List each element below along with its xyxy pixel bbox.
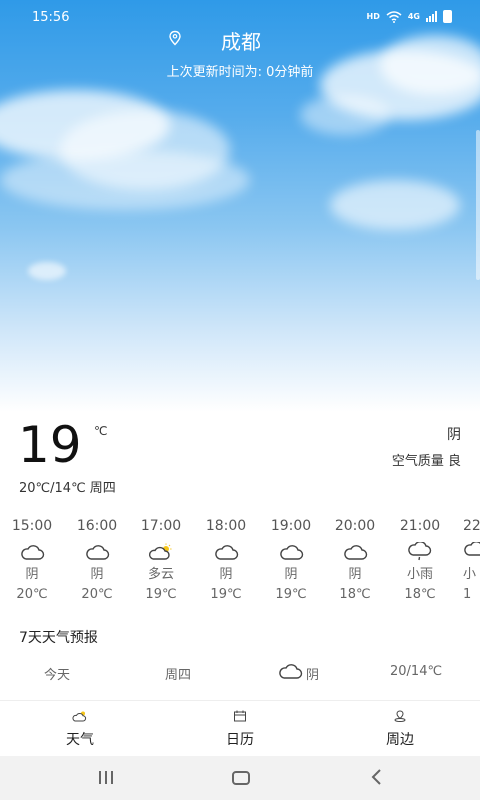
hour-item: 20:00 阴 18℃ xyxy=(323,516,387,605)
hour-item: 15:00 阴 20℃ xyxy=(0,516,64,605)
cloudy-icon xyxy=(279,664,303,679)
cloudy-icon xyxy=(280,545,304,560)
signal-icon xyxy=(426,11,437,22)
nav-label: 周边 xyxy=(386,732,414,748)
bottom-nav: 天气 日历 周边 xyxy=(0,700,480,756)
hour-temperature: 19℃ xyxy=(210,587,242,602)
nearby-icon xyxy=(394,710,406,722)
cloud-decoration xyxy=(0,150,250,210)
hour-time: 15:00 xyxy=(11,518,53,534)
hour-temperature: 1 xyxy=(463,587,472,602)
hour-condition: 阴 xyxy=(348,567,362,582)
cloudy-icon xyxy=(215,545,239,560)
hour-time: 21:00 xyxy=(399,518,441,534)
hour-time: 18:00 xyxy=(205,518,247,534)
nav-item-calendar[interactable]: 日历 xyxy=(180,709,300,749)
hour-time: 16:00 xyxy=(76,518,118,534)
light-rain-icon xyxy=(464,542,480,556)
hour-condition: 小 xyxy=(463,567,477,582)
weather-hero: 15:56 HD 4G 成都 上次更新时间为: 0分钟前 xyxy=(0,0,480,412)
scroll-indicator xyxy=(476,130,480,280)
forecast-temperature: 20/14℃ xyxy=(390,664,443,679)
hour-item: 19:00 阴 19℃ xyxy=(259,516,323,605)
nav-item-weather[interactable]: 天气 xyxy=(20,709,140,749)
hour-temperature: 20℃ xyxy=(16,587,48,602)
cloudy-icon xyxy=(86,545,110,560)
hour-item: 22 小 1 xyxy=(452,516,480,605)
temperature-unit: ℃ xyxy=(94,424,108,438)
system-nav-bar xyxy=(0,756,480,800)
hour-temperature: 18℃ xyxy=(404,587,436,602)
forecast-condition: 阴 xyxy=(306,668,320,683)
wifi-icon xyxy=(386,10,402,23)
hourly-forecast[interactable]: 15:00 阴 20℃ 16:00 阴 20℃ 17:00 多云 19℃ 18:… xyxy=(0,516,480,606)
cloud-decoration xyxy=(330,180,460,230)
hour-condition: 多云 xyxy=(147,567,174,582)
forecast-weekday: 周四 xyxy=(165,668,192,683)
last-updated: 上次更新时间为: 0分钟前 xyxy=(166,65,314,80)
hour-item: 16:00 阴 20℃ xyxy=(65,516,129,605)
weather-icon xyxy=(72,711,87,722)
battery-icon xyxy=(443,10,452,23)
hour-time: 17:00 xyxy=(140,518,182,534)
current-condition: 阴 xyxy=(447,427,461,443)
hour-time: 20:00 xyxy=(334,518,376,534)
cloudy-icon xyxy=(21,545,45,560)
nav-label: 日历 xyxy=(226,732,254,748)
calendar-icon xyxy=(234,710,246,722)
back-icon[interactable] xyxy=(368,768,386,786)
air-quality: 空气质量 良 xyxy=(391,454,461,469)
hour-item: 21:00 小雨 18℃ xyxy=(388,516,452,605)
hour-condition: 小雨 xyxy=(406,567,433,582)
hour-item: 17:00 多云 19℃ xyxy=(129,516,193,605)
forecast-day: 今天 xyxy=(44,668,71,683)
status-icons: HD 4G xyxy=(367,10,452,23)
hd-badge: HD xyxy=(366,12,380,21)
hour-condition: 阴 xyxy=(219,567,233,582)
current-temperature: 19 xyxy=(18,416,82,474)
hour-condition: 阴 xyxy=(284,567,298,582)
partly-cloudy-icon xyxy=(148,543,172,560)
today-range: 20℃/14℃ 周四 xyxy=(19,481,116,496)
status-time: 15:56 xyxy=(32,10,70,25)
network-type: 4G xyxy=(407,12,420,21)
cloud-decoration xyxy=(28,262,66,280)
nav-label: 天气 xyxy=(66,732,94,748)
hour-condition: 阴 xyxy=(90,567,104,582)
cloud-decoration xyxy=(300,95,390,135)
cloudy-icon xyxy=(344,545,368,560)
hour-temperature: 19℃ xyxy=(145,587,177,602)
home-icon[interactable] xyxy=(232,771,250,785)
hour-time: 22 xyxy=(463,518,480,534)
hour-item: 18:00 阴 19℃ xyxy=(194,516,258,605)
hour-condition: 阴 xyxy=(25,567,39,582)
forecast-row[interactable]: 今天 周四 阴 20/14℃ xyxy=(0,660,480,684)
city-name[interactable]: 成都 xyxy=(0,26,480,55)
city-label: 成都 xyxy=(221,30,261,54)
nav-item-nearby[interactable]: 周边 xyxy=(340,709,460,749)
hour-temperature: 20℃ xyxy=(81,587,113,602)
forecast-title: 7天天气预报 xyxy=(19,630,98,646)
hour-temperature: 19℃ xyxy=(275,587,307,602)
recent-apps-icon[interactable] xyxy=(99,771,113,784)
hour-time: 19:00 xyxy=(270,518,312,534)
light-rain-icon xyxy=(408,542,432,561)
hour-temperature: 18℃ xyxy=(339,587,371,602)
